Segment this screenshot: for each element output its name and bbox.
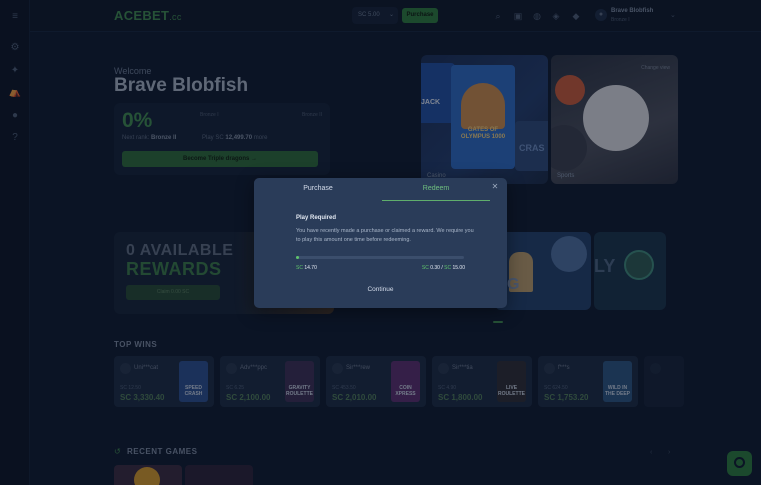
continue-button[interactable]: Continue	[254, 286, 507, 293]
tab-purchase[interactable]: Purchase	[254, 178, 382, 201]
remaining-amount: SC 14.70	[296, 265, 317, 271]
page: ≡ ⚙ ✦ ⛺ ● ? ACEBET.cc SC 5.00 ⌄ Purchase…	[0, 0, 761, 485]
close-icon[interactable]: ✕	[491, 183, 499, 191]
play-progress-bar	[296, 256, 464, 259]
redeem-modal: Purchase Redeem ✕ Play Required You have…	[254, 178, 507, 308]
modal-title: Play Required	[296, 215, 337, 221]
play-progress-fill	[296, 256, 300, 259]
modal-description: You have recently made a purchase or cla…	[296, 228, 474, 243]
tab-redeem[interactable]: Redeem	[382, 178, 490, 201]
played-amount: SC 0.30 / SC 15.00	[421, 265, 465, 271]
